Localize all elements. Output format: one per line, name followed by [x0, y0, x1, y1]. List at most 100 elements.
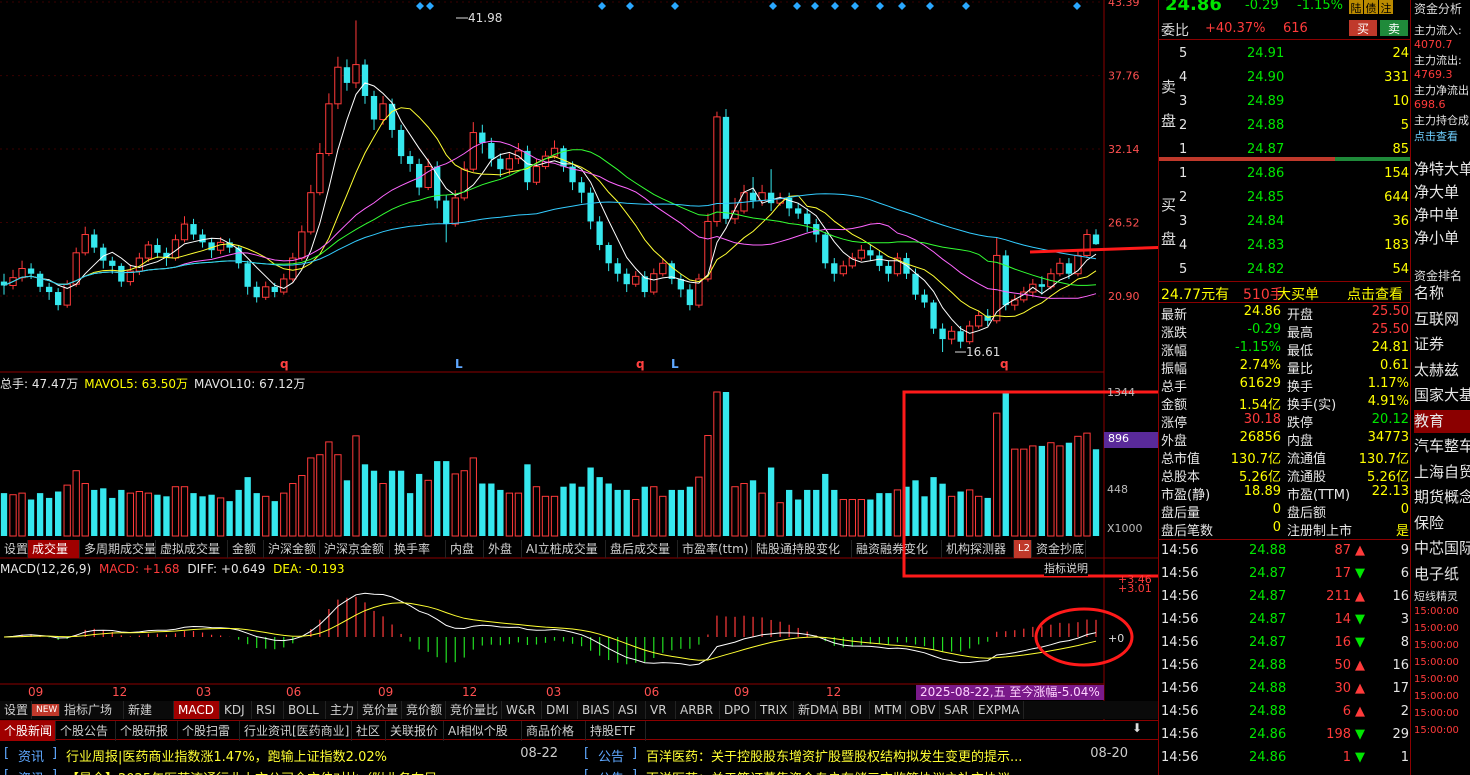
volume-tab[interactable]: 虚拟成交量: [156, 540, 228, 558]
news-tab[interactable]: 个股新闻: [0, 721, 56, 741]
indicator-tab[interactable]: ASI: [614, 701, 646, 719]
badge-zhai[interactable]: 债: [1364, 0, 1378, 15]
indicator-tab[interactable]: 新DMA: [794, 701, 838, 719]
indicator-tab[interactable]: W&R: [502, 701, 542, 719]
indicator-tab[interactable]: KDJ: [220, 701, 252, 719]
stat-value: 是: [1395, 524, 1409, 539]
down-arrow-icon: ▼: [1355, 566, 1365, 581]
indicator-tab[interactable]: DPO: [720, 701, 756, 719]
download-icon[interactable]: ⬇: [1132, 721, 1142, 735]
flow-label: 主力净流出: [1414, 84, 1469, 97]
order-size-label: 净小单: [1414, 229, 1460, 247]
volume-tab[interactable]: 设置: [0, 540, 28, 558]
news-item[interactable]: [公告] 百洋医药：关于控股股东增资扩股暨股权结构拟发生变更的提示... 08-20: [580, 746, 1132, 766]
volume-tab[interactable]: 内盘: [446, 540, 484, 558]
news-item[interactable]: [公告] 百洋医药：关于签订募集资金专户存储三方监管协议之补充协议...: [580, 768, 1132, 775]
candle-body: [713, 116, 721, 222]
rank-item[interactable]: 电子纸: [1414, 563, 1470, 586]
news-tab[interactable]: AI相似个股: [444, 721, 522, 741]
indicator-tab[interactable]: 竞价量比: [446, 701, 502, 719]
rank-item[interactable]: 国家大基: [1414, 384, 1470, 407]
level-index: 2: [1179, 190, 1188, 205]
volume-tab[interactable]: 成交量: [28, 540, 80, 558]
rank-item[interactable]: 汽车整车: [1414, 435, 1470, 458]
rank-item[interactable]: 太赫兹: [1414, 359, 1470, 382]
volume-tab[interactable]: 陆股通持股变化: [752, 540, 852, 558]
indicator-tab[interactable]: NEW: [32, 704, 60, 716]
flow-value: 4769.3: [1414, 68, 1453, 81]
volume-bar: [795, 499, 802, 536]
rank-item[interactable]: 证券: [1414, 333, 1470, 356]
news-tab[interactable]: 关联报价: [386, 721, 444, 741]
indicator-tab[interactable]: BBI: [838, 701, 870, 719]
volume-tab[interactable]: 多周期成交量: [80, 540, 156, 558]
big-order-link[interactable]: 点击查看: [1347, 284, 1403, 304]
chart-marker: q: [280, 357, 289, 371]
news-tab[interactable]: 商品价格: [522, 721, 586, 741]
flow-item[interactable]: 主力持仓成 点击查看: [1414, 112, 1470, 144]
indicator-tab[interactable]: BOLL: [284, 701, 326, 719]
indicator-tab[interactable]: 新建: [124, 701, 174, 719]
volume-tab[interactable]: 盘后成交量: [606, 540, 678, 558]
volume-tab[interactable]: 沪深金额: [264, 540, 320, 558]
volume-tab[interactable]: AI立桩成交量: [522, 540, 606, 558]
indicator-tab[interactable]: SAR: [940, 701, 974, 719]
stat-label: 换手: [1287, 380, 1314, 395]
rank-item[interactable]: 上海自贸: [1414, 461, 1470, 484]
indicator-tab[interactable]: 主力: [326, 701, 358, 719]
volume-tab[interactable]: 融资融券变化: [852, 540, 942, 558]
news-item[interactable]: [资讯] 【最全】2025年医药流通行业上市公司全方位对比（附业务布局...: [0, 768, 562, 775]
volume-bar: [451, 473, 459, 537]
volume-tab[interactable]: 资金抄底: [1032, 540, 1086, 558]
volume-tab[interactable]: L2: [1014, 540, 1032, 558]
indicator-tab[interactable]: MACD: [174, 701, 220, 719]
rank-item[interactable]: 互联网: [1414, 308, 1470, 331]
sell-button[interactable]: 卖: [1380, 20, 1408, 36]
news-tab[interactable]: 行业资讯[医药商业]: [240, 721, 352, 741]
indicator-tab[interactable]: OBV: [906, 701, 940, 719]
volume-tab[interactable]: 市盈率(ttm): [678, 540, 752, 558]
rank-item[interactable]: 中芯国际: [1414, 537, 1470, 560]
indicator-help-link[interactable]: 指标说明: [1044, 560, 1088, 576]
indicator-tab[interactable]: DMI: [542, 701, 578, 719]
news-tab[interactable]: 个股公告: [56, 721, 116, 741]
volume-tab[interactable]: 外盘: [484, 540, 522, 558]
indicator-tab[interactable]: 竞价额: [402, 701, 446, 719]
indicator-tab[interactable]: TRIX: [756, 701, 794, 719]
rank-item[interactable]: 教育: [1414, 409, 1470, 433]
badge-lu[interactable]: 陆: [1349, 0, 1363, 15]
indicator-tab[interactable]: EXPMA: [974, 701, 1024, 719]
level-price: 24.91: [1247, 46, 1285, 61]
volume-bar: [109, 497, 116, 536]
volume-bar: [36, 493, 44, 536]
volume-tab[interactable]: 沪深京金额: [320, 540, 390, 558]
stat-label: 内盘: [1287, 434, 1314, 449]
news-tab[interactable]: 社区: [352, 721, 386, 741]
news-tab[interactable]: 持股ETF: [586, 721, 646, 741]
volume-legend: 总手: 47.47万 MAVOL5: 63.50万 MAVOL10: 67.12万: [0, 377, 306, 391]
indicator-tab[interactable]: 指标广场: [60, 701, 124, 719]
indicator-tab[interactable]: 设置: [0, 701, 32, 719]
candle-body: [957, 331, 964, 342]
indicator-tab[interactable]: BIAS: [578, 701, 614, 719]
candle-body: [253, 286, 260, 298]
buy-button[interactable]: 买: [1349, 20, 1377, 36]
news-tab[interactable]: 个股扫雷: [178, 721, 240, 741]
badge-zhu[interactable]: 注: [1379, 0, 1393, 15]
level-index: 1: [1179, 166, 1188, 181]
indicator-tab[interactable]: RSI: [252, 701, 284, 719]
indicator-tab[interactable]: 竞价量: [358, 701, 402, 719]
news-item[interactable]: [资讯] 行业周报|医药商业指数涨1.47%，跑输上证指数2.02% 08-22: [0, 746, 562, 766]
tick-list: 14:56 24.88 87 ▲ 9 14:56 24.87 17 ▼ 6 14:56 24.87 21…: [1159, 539, 1411, 775]
rank-item[interactable]: 期货概念: [1414, 486, 1470, 509]
indicator-tab[interactable]: ARBR: [676, 701, 720, 719]
volume-tab[interactable]: 金额: [228, 540, 264, 558]
volume-tab[interactable]: 机构探测器: [942, 540, 1014, 558]
rank-item[interactable]: 保险: [1414, 512, 1470, 535]
indicator-tab[interactable]: MTM: [870, 701, 906, 719]
news-tab[interactable]: 个股研报: [116, 721, 178, 741]
volume-tab[interactable]: 换手率: [390, 540, 446, 558]
time-axis-label: 03: [196, 685, 211, 699]
candle-body: [605, 244, 612, 264]
indicator-tab[interactable]: VR: [646, 701, 676, 719]
